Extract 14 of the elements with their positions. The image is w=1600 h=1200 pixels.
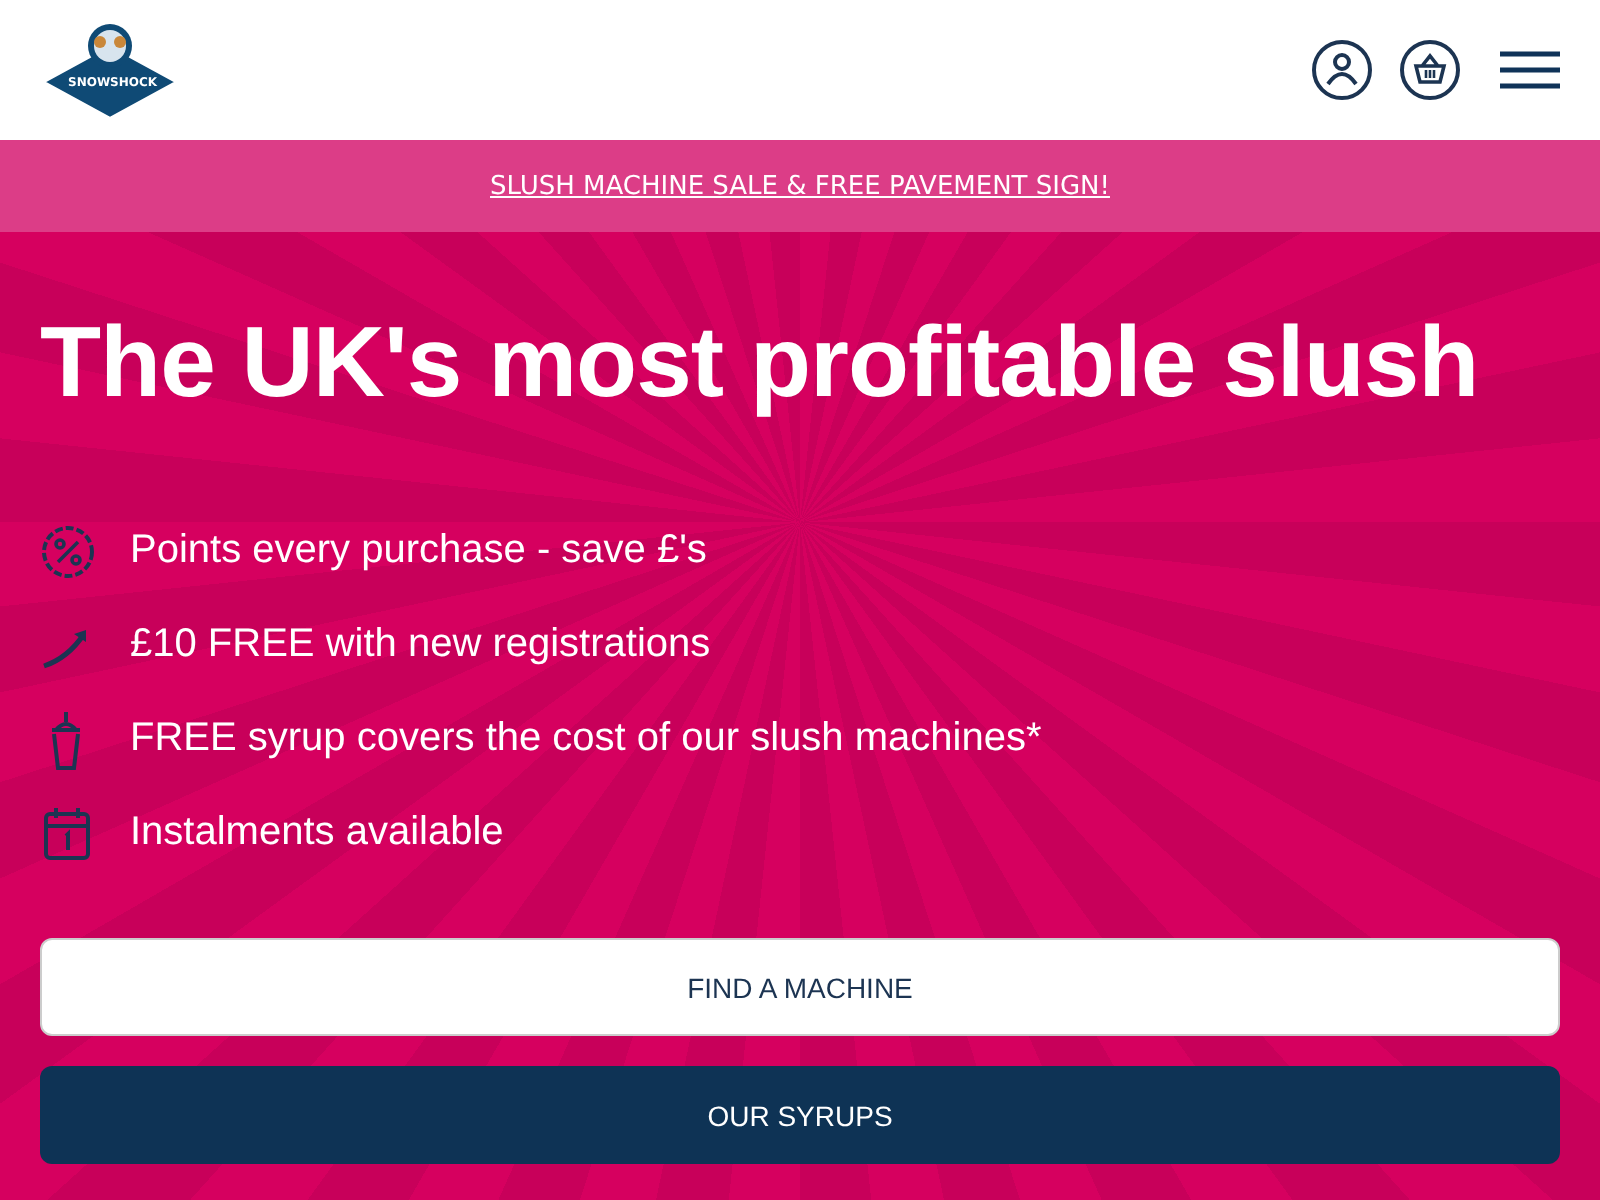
sale-link[interactable]: SLUSH MACHINE SALE & FREE PAVEMENT SIGN! [490, 171, 1110, 201]
feature-text: £10 FREE with new registrations [130, 622, 711, 668]
feature-text: Instalments available [130, 810, 504, 856]
basket-icon[interactable] [1400, 40, 1460, 100]
hero-heading: The UK's most profitable slush [40, 304, 1481, 420]
account-icon[interactable] [1312, 40, 1372, 100]
calendar-icon [40, 803, 96, 863]
logo-badge-icon [40, 18, 180, 122]
feature-text: Points every purchase - save £'s [130, 528, 707, 574]
syrups-button[interactable]: OUR SYRUPS [40, 1066, 1560, 1164]
feature-text: FREE syrup covers the cost of our slush machines* [130, 716, 1042, 762]
menu-icon[interactable] [1500, 50, 1560, 90]
percent-icon [40, 523, 96, 579]
find-machine-button[interactable]: FIND A MACHINE [40, 938, 1560, 1036]
